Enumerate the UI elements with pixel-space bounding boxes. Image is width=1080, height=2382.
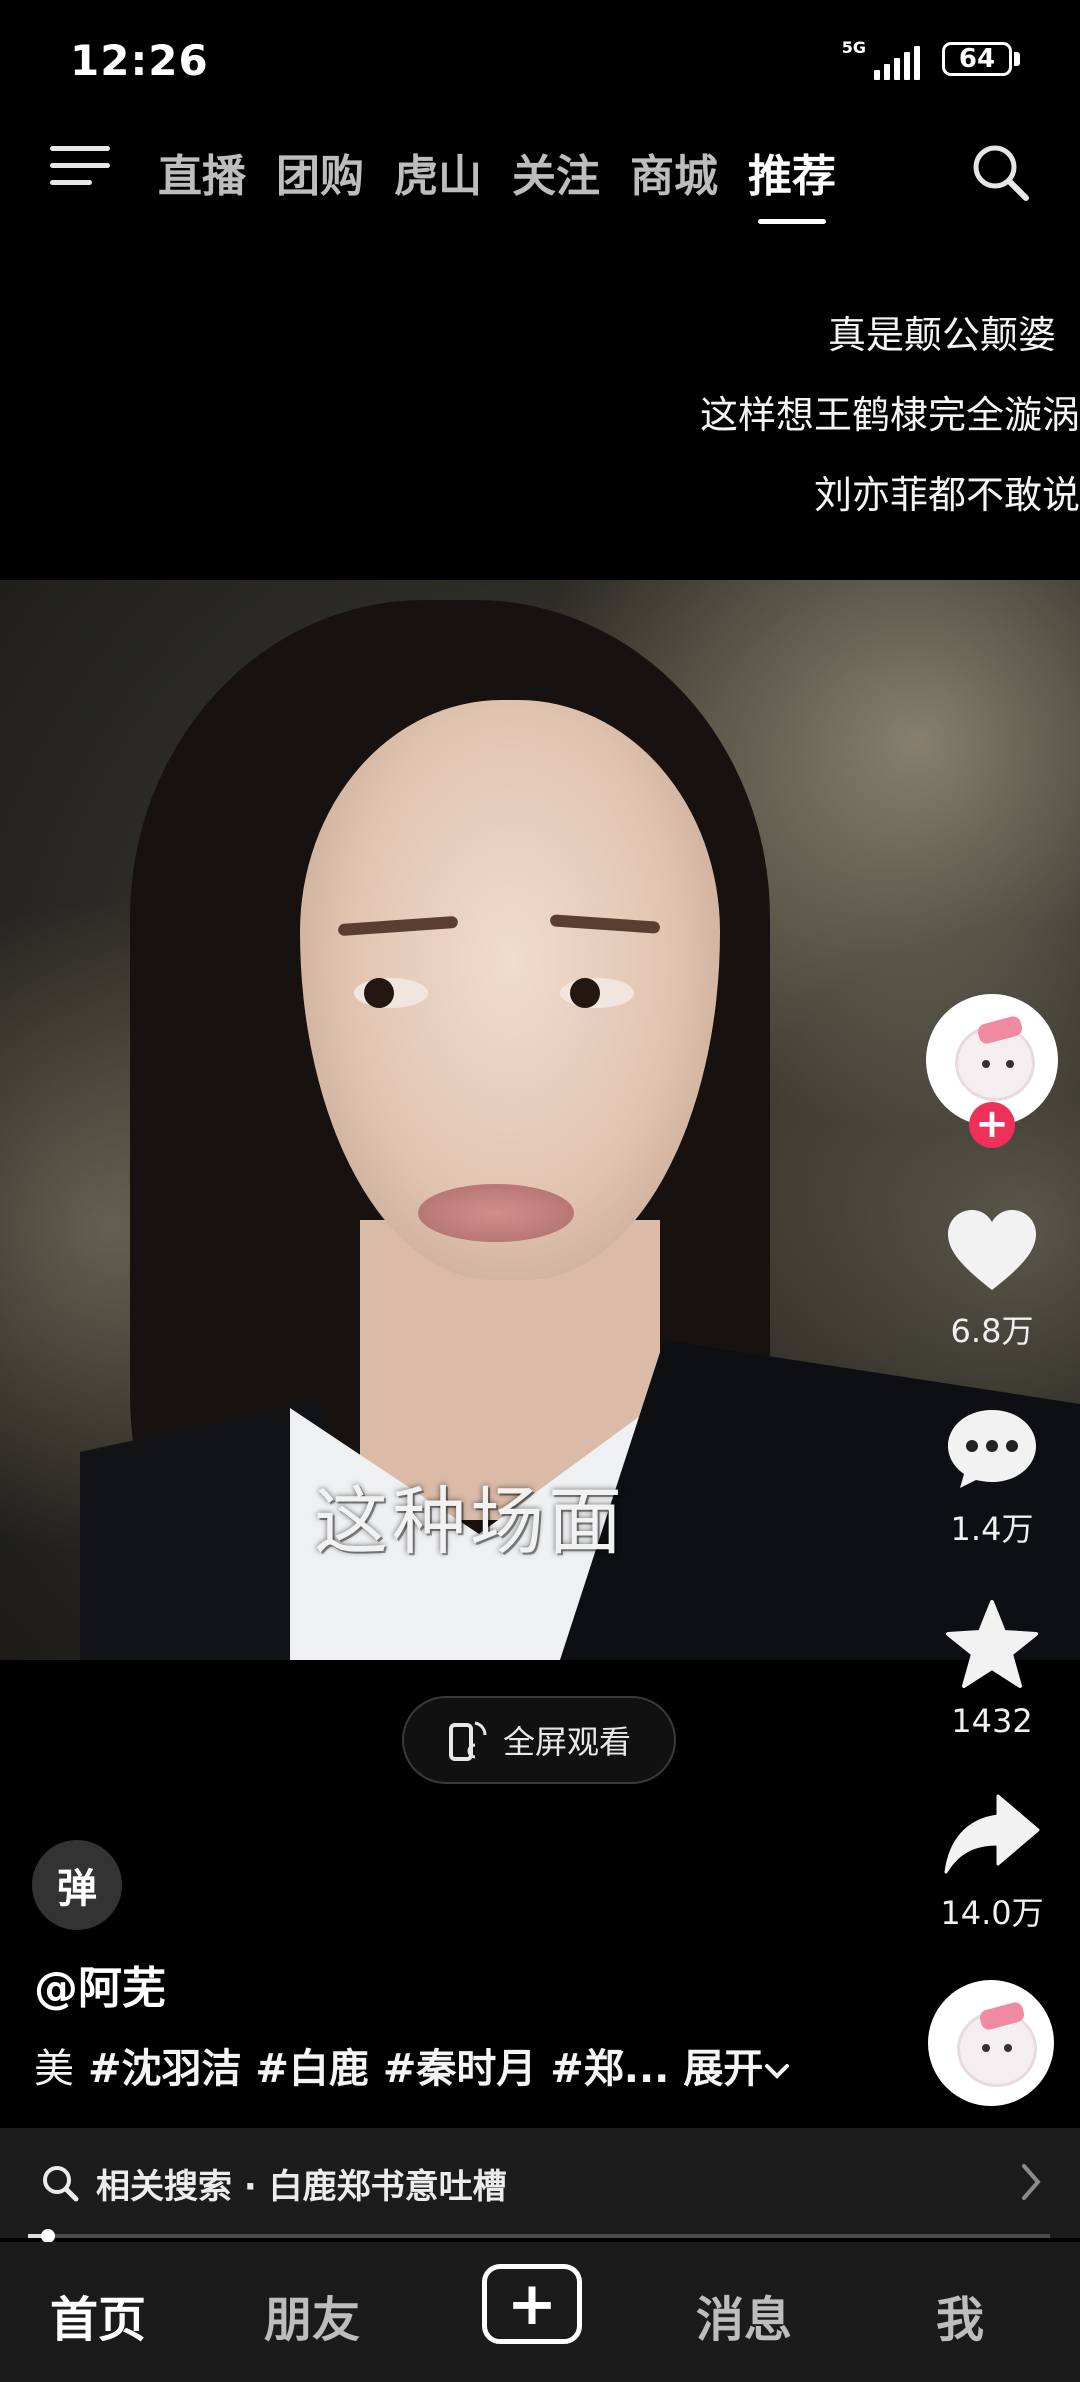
plus-icon: + [506,2269,558,2339]
comment-block[interactable]: 1.4万 [922,1404,1062,1550]
chevron-down-icon [765,2064,790,2079]
tab-recommend[interactable]: 推荐 [748,140,836,224]
tab-group-buy[interactable]: 团购 [276,140,364,204]
video-description: 美 #沈羽洁 #白鹿 #秦时月 #郑... 展开 [34,2036,791,2094]
progress-track[interactable] [28,2234,1050,2238]
battery-tip [1014,52,1020,66]
favorite-count: 1432 [951,1702,1033,1740]
related-search-bar[interactable]: 相关搜索 · 白鹿郑书意吐槽 [0,2128,1080,2238]
danmaku-comment: 真是颠公颠婆 [827,313,1056,357]
nav-home[interactable]: 首页 [50,2280,146,2350]
nav-me[interactable]: 我 [936,2280,984,2350]
music-disc-avatar [928,1980,1054,2106]
tab-following[interactable]: 关注 [512,140,600,204]
tab-hushan[interactable]: 虎山 [394,140,482,204]
favorite-block[interactable]: 1432 [922,1598,1062,1740]
hashtags[interactable]: #沈羽洁 #白鹿 #秦时月 #郑... [88,2046,669,2092]
comment-count: 1.4万 [950,1510,1034,1548]
search-icon [43,2166,79,2202]
danmaku-toggle-button[interactable]: 弹 [32,1840,122,1930]
menu-icon[interactable] [50,146,110,196]
tab-mall[interactable]: 商城 [630,140,718,204]
expand-button[interactable]: 展开 [683,2046,791,2092]
video-player[interactable]: 这种场面 [0,580,1080,1660]
danmaku-comment: 这样想王鹤棣完全漩涡 [699,393,1080,437]
music-disc[interactable] [928,1980,1054,2106]
heart-icon[interactable] [944,1206,1040,1294]
video-lips [418,1184,574,1242]
battery-icon: 64 [942,42,1012,76]
progress-handle[interactable] [41,2229,55,2243]
description-text: 美 [34,2046,74,2092]
danmaku-toggle-label: 弹 [57,1866,97,1912]
author-name[interactable]: @阿芜 [34,1952,166,2016]
search-icon[interactable] [968,140,1032,204]
fullscreen-button[interactable]: 全屏观看 [402,1696,676,1784]
nav-friends[interactable]: 朋友 [264,2280,360,2350]
like-block[interactable]: 6.8万 [922,1206,1062,1352]
network-label: 5G [841,38,866,57]
battery-level: 64 [958,44,996,74]
tab-live[interactable]: 直播 [158,140,246,204]
video-eye-left [354,978,428,1008]
status-time: 12:26 [70,36,209,85]
share-icon[interactable] [942,1792,1042,1876]
create-button[interactable]: + [482,2264,582,2344]
author-avatar-block[interactable]: + [922,994,1062,1148]
share-block[interactable]: 14.0万 [922,1792,1062,1934]
signal-icon: 5G [842,40,920,80]
video-subtitle: 这种场面 [314,1479,626,1565]
chevron-right-icon [1022,2164,1041,2200]
share-count: 14.0万 [940,1894,1044,1932]
danmaku-comment: 刘亦菲都不敢说 [813,473,1080,517]
nav-messages[interactable]: 消息 [696,2280,792,2350]
related-search-text: 相关搜索 · 白鹿郑书意吐槽 [96,2166,507,2207]
like-count: 6.8万 [950,1312,1034,1350]
follow-button[interactable]: + [969,1102,1015,1148]
video-eye-right [560,978,634,1008]
star-icon[interactable] [944,1598,1040,1690]
top-tabs: 直播 团购 虎山 关注 商城 推荐 [158,140,836,224]
expand-label: 展开 [683,2046,764,2092]
rotate-phone-icon [448,1721,487,1761]
comment-icon[interactable] [944,1404,1040,1492]
fullscreen-label: 全屏观看 [502,1723,631,1761]
